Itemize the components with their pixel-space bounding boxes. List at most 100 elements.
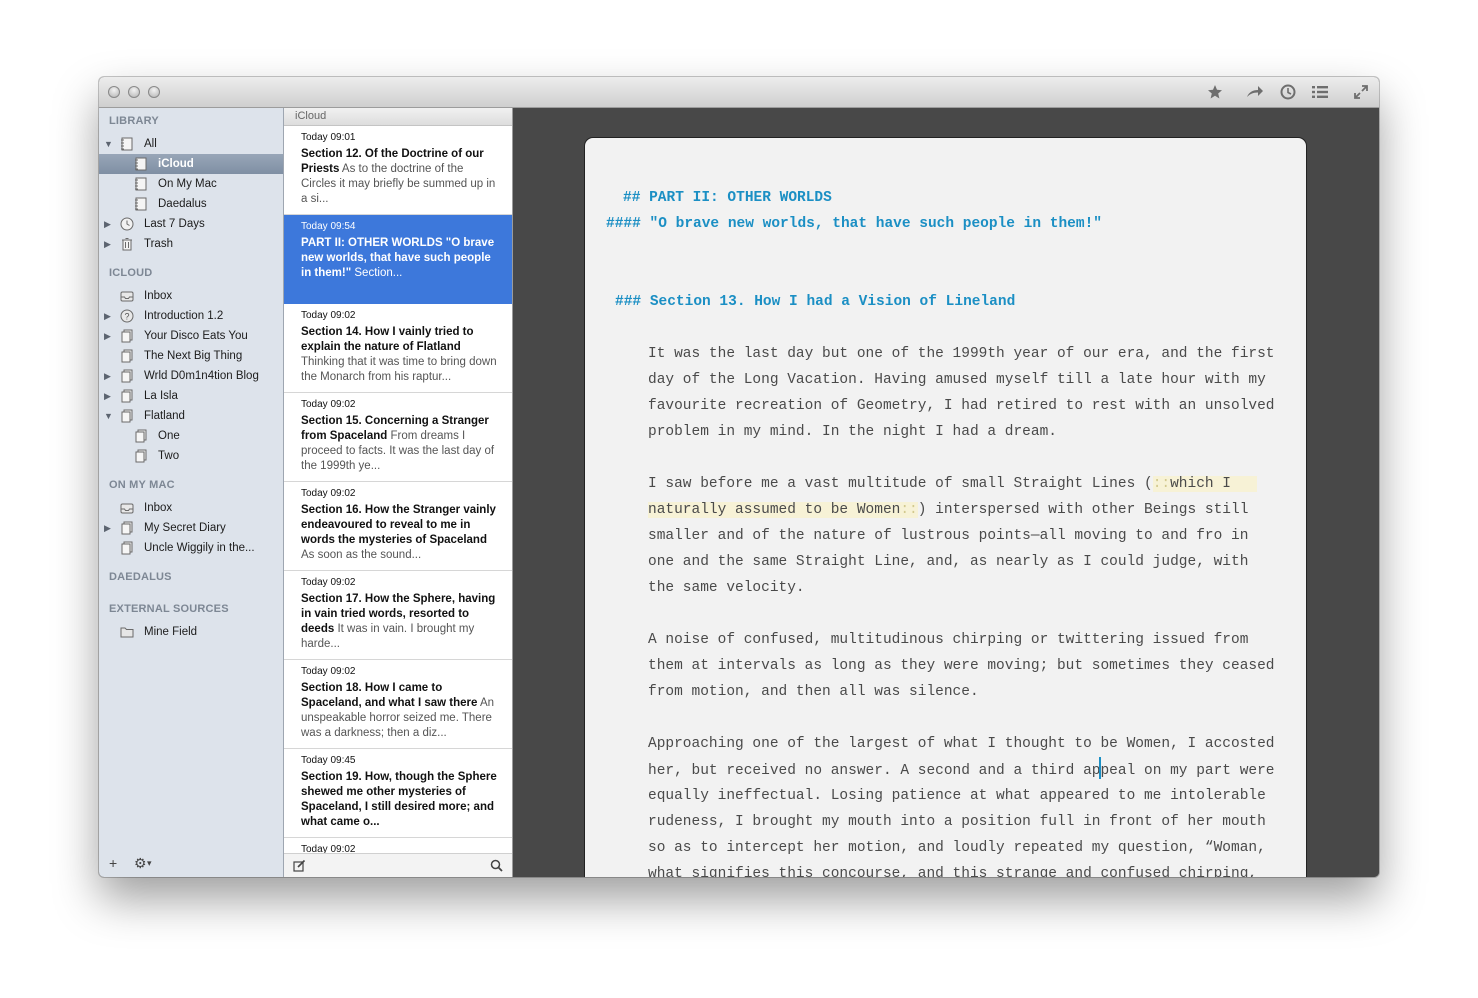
heading-3[interactable]: ### Section 13. How I had a Vision of Li… xyxy=(615,289,1015,315)
paragraph-line[interactable]: problem in my mind. In the night I had a… xyxy=(648,419,1057,445)
stack-icon xyxy=(120,409,134,423)
sidebar-item-flatland[interactable]: ▼ Flatland xyxy=(99,406,283,426)
sidebar-item-label: Introduction 1.2 xyxy=(144,310,224,322)
paragraph-line[interactable]: A noise of confused, multitudinous chirp… xyxy=(648,627,1248,653)
paragraph-line[interactable]: her, but received no answer. A second an… xyxy=(648,757,1275,784)
close-window-button[interactable] xyxy=(108,86,120,98)
note-list-toolbar xyxy=(284,853,512,877)
note-excerpt: As soon as the sound... xyxy=(301,549,422,561)
app-window: LIBRARY ▼ All iCloud On My Mac Daedalus … xyxy=(99,77,1379,877)
inbox-icon xyxy=(120,501,134,515)
sidebar-item-the-next-big-thing[interactable]: The Next Big Thing xyxy=(99,346,283,366)
sidebar-item-label: Uncle Wiggily in the... xyxy=(144,542,255,554)
note-date: Today 09:02 xyxy=(301,399,356,410)
disclosure-closed-icon[interactable]: ▶ xyxy=(104,214,114,234)
paragraph-line[interactable]: day of the Long Vacation. Having amused … xyxy=(648,367,1266,393)
gear-icon[interactable]: ⚙ xyxy=(134,855,147,872)
note-date: Today 09:02 xyxy=(301,488,356,499)
disclosure-closed-icon[interactable]: ▶ xyxy=(104,366,114,386)
line-text: peal on my part were xyxy=(1100,763,1275,779)
sidebar-item-all[interactable]: ▼ All xyxy=(99,134,283,154)
sidebar-item-uncle-wiggily[interactable]: Uncle Wiggily in the... xyxy=(99,538,283,558)
sidebar-item-wrld-blog[interactable]: ▶ Wrld D0m1n4tion Blog xyxy=(99,366,283,386)
sidebar-item-icloud-inbox[interactable]: Inbox xyxy=(99,286,283,306)
minimize-window-button[interactable] xyxy=(128,86,140,98)
star-icon[interactable] xyxy=(1204,82,1226,102)
stack-icon xyxy=(120,369,134,383)
sidebar-item-your-disco-eats-you[interactable]: ▶ Your Disco Eats You xyxy=(99,326,283,346)
paragraph-line[interactable]: equally ineffectual. Losing patience at … xyxy=(648,783,1266,809)
sidebar-item-introduction[interactable]: ▶ ? Introduction 1.2 xyxy=(99,306,283,326)
disclosure-closed-icon[interactable]: ▶ xyxy=(104,386,114,406)
sidebar-item-on-my-mac[interactable]: On My Mac xyxy=(99,174,283,194)
paragraph-line[interactable]: rudeness, I brought my mouth into a posi… xyxy=(648,809,1266,835)
paragraph-line[interactable]: Approaching one of the largest of what I… xyxy=(648,731,1275,757)
editor-document[interactable]: ## PART II: OTHER WORLDS #### "O brave n… xyxy=(585,138,1306,877)
note-item[interactable]: Today 09:02 Section 16. How the Stranger… xyxy=(284,482,512,571)
note-item[interactable]: Today 09:01 Section 12. Of the Doctrine … xyxy=(284,126,512,215)
chevron-down-icon[interactable]: ▾ xyxy=(147,858,152,869)
sidebar-toolbar: + ⚙ ▾ xyxy=(99,853,283,877)
note-preview: PART II: OTHER WORLDS "O brave new world… xyxy=(301,236,500,281)
sidebar-item-icloud[interactable]: iCloud xyxy=(99,154,283,174)
sidebar-item-daedalus[interactable]: Daedalus xyxy=(99,194,283,214)
note-preview: Section 17. How the Sphere, having in va… xyxy=(301,592,500,652)
heading-4[interactable]: #### "O brave new worlds, that have such… xyxy=(606,211,1102,237)
sidebar-item-mac-inbox[interactable]: Inbox xyxy=(99,498,283,518)
sidebar-item-mine-field[interactable]: Mine Field xyxy=(99,622,283,642)
share-arrow-icon[interactable] xyxy=(1244,82,1266,102)
highlight-span: ::which I xyxy=(1152,476,1258,492)
note-title: Section 14. How I vainly tried to explai… xyxy=(301,326,474,353)
disclosure-closed-icon[interactable]: ▶ xyxy=(104,518,114,538)
sidebar-item-last-7-days[interactable]: ▶ Last 7 Days xyxy=(99,214,283,234)
compose-icon[interactable] xyxy=(293,859,306,877)
note-item[interactable]: Today 09:45 Section 19. How, though the … xyxy=(284,749,512,838)
sidebar-item-label: Trash xyxy=(144,238,173,250)
library-header: LIBRARY xyxy=(109,115,159,127)
paragraph-line[interactable]: one and the same Straight Line, and, as … xyxy=(648,549,1248,575)
paragraph-line[interactable]: smaller and of the nature of lustrous po… xyxy=(648,523,1248,549)
paragraph-line[interactable]: I saw before me a vast multitude of smal… xyxy=(648,471,1258,497)
note-preview: Section 16. How the Stranger vainly ende… xyxy=(301,503,500,563)
sidebar: LIBRARY ▼ All iCloud On My Mac Daedalus … xyxy=(99,108,284,877)
note-item[interactable]: Today 09:02 Section 18. How I came to Sp… xyxy=(284,660,512,749)
note-item-selected[interactable]: Today 09:54 PART II: OTHER WORLDS "O bra… xyxy=(284,215,512,304)
add-notebook-button[interactable]: + xyxy=(109,855,117,871)
disclosure-closed-icon[interactable]: ▶ xyxy=(104,234,114,254)
sidebar-item-two[interactable]: Two xyxy=(99,446,283,466)
paragraph-line[interactable]: so as to intercept her motion, and loudl… xyxy=(648,835,1266,861)
history-clock-icon[interactable] xyxy=(1277,82,1299,102)
paragraph-line[interactable]: from motion, and then all was silence. xyxy=(648,679,979,705)
sidebar-item-trash[interactable]: ▶ Trash xyxy=(99,234,283,254)
paragraph-line[interactable]: the same velocity. xyxy=(648,575,805,601)
sidebar-item-one[interactable]: One xyxy=(99,426,283,446)
sidebar-item-my-secret-diary[interactable]: ▶ My Secret Diary xyxy=(99,518,283,538)
paragraph-line[interactable]: It was the last day but one of the 1999t… xyxy=(648,341,1275,367)
disclosure-open-icon[interactable]: ▼ xyxy=(104,134,114,154)
notebook-icon xyxy=(134,177,148,191)
sidebar-item-la-isla[interactable]: ▶ La Isla xyxy=(99,386,283,406)
paragraph-line[interactable]: what signifies this concourse, and this … xyxy=(648,861,1257,877)
list-view-icon[interactable] xyxy=(1309,82,1331,102)
heading-marker: ### xyxy=(615,294,642,310)
fullscreen-icon[interactable] xyxy=(1350,82,1372,102)
note-preview: Section 12. Of the Doctrine of our Pries… xyxy=(301,147,500,207)
highlight-text: naturally assumed to be Women xyxy=(648,502,901,518)
paragraph-line[interactable]: them at intervals as long as they were m… xyxy=(648,653,1275,679)
heading-2[interactable]: ## PART II: OTHER WORLDS xyxy=(623,185,832,211)
disclosure-open-icon[interactable]: ▼ xyxy=(104,406,114,426)
daedalus-header: DAEDALUS xyxy=(109,571,172,583)
note-item[interactable]: Today 09:02 Section 15. Concerning a Str… xyxy=(284,393,512,482)
disclosure-closed-icon[interactable]: ▶ xyxy=(104,306,114,326)
note-item[interactable]: Today 09:02 Section 14. How I vainly tri… xyxy=(284,304,512,393)
note-title: Section 18. How I came to Spaceland, and… xyxy=(301,682,478,709)
note-date: Today 09:45 xyxy=(301,755,356,766)
note-item[interactable]: Today 09:02 Section 17. How the Sphere, … xyxy=(284,571,512,660)
search-icon[interactable] xyxy=(490,859,503,877)
paragraph-line[interactable]: favourite recreation of Geometry, I had … xyxy=(648,393,1275,419)
note-title: Section 19. How, though the Sphere shewe… xyxy=(301,771,497,828)
paragraph-line[interactable]: naturally assumed to be Women::) intersp… xyxy=(648,497,1248,523)
note-date: Today 09:54 xyxy=(301,221,356,232)
disclosure-closed-icon[interactable]: ▶ xyxy=(104,326,114,346)
zoom-window-button[interactable] xyxy=(148,86,160,98)
